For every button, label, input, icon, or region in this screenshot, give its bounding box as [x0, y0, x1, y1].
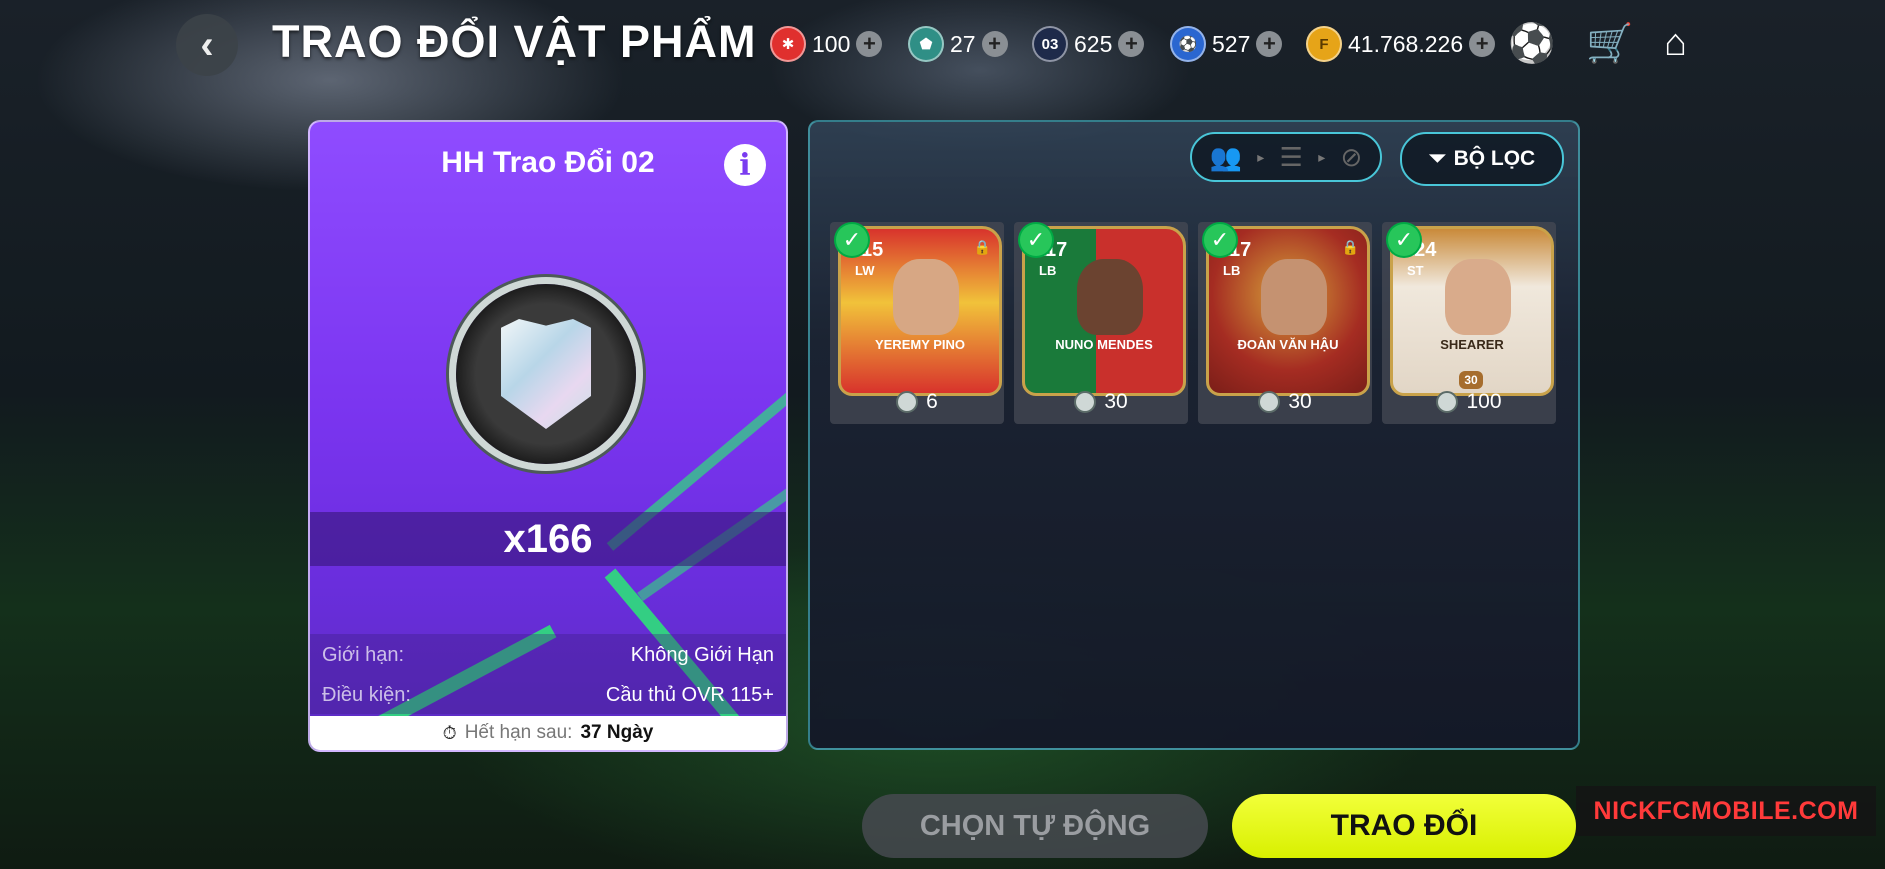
trade-token-icon	[896, 391, 919, 413]
player-cost: 30	[1198, 390, 1372, 414]
player-name: NUNO MENDES	[1055, 337, 1153, 352]
selected-check-icon: ✓	[1388, 224, 1420, 256]
cost-value: 30	[1104, 390, 1128, 413]
player-card-slot[interactable]: 117 LB ĐOÀN VĂN HẬU 🔒 ✓ 30	[1198, 222, 1372, 424]
player-level: 30	[1459, 371, 1483, 389]
trade-token-icon	[1074, 391, 1097, 413]
stopwatch-icon: ⏱	[442, 722, 457, 743]
player-cost: 6	[830, 390, 1004, 414]
selected-check-icon: ✓	[1020, 224, 1052, 256]
watermark-logo: NICKFCMOBILE.COM	[1576, 786, 1876, 836]
player-position: LW	[855, 263, 875, 278]
currency-trade-token: ⬟ 27 +	[908, 24, 1008, 64]
trade-token-icon	[1436, 391, 1459, 413]
trade-token-icon	[1258, 391, 1281, 413]
item-quantity: x166	[310, 512, 786, 566]
player-token-icon: ⚽	[1170, 26, 1206, 62]
home-icon[interactable]: ⌂	[1664, 22, 1687, 65]
limit-row: Giới hạn: Không Giới Hạn	[322, 644, 774, 667]
currency-amount: 527	[1212, 30, 1251, 57]
no-filter-icon[interactable]: ⊘	[1341, 142, 1363, 173]
chevron-right-icon: ▸	[1257, 148, 1265, 165]
player-card-slot[interactable]: 115 LW YEREMY PINO 🔒 ✓ 6	[830, 222, 1004, 424]
card-pack-icon: 03	[1032, 26, 1068, 62]
expiry-bar: ⏱ Hết hạn sau: 37 Ngày	[310, 716, 786, 750]
exchange-badge-icon	[456, 284, 636, 464]
cost-value: 30	[1288, 390, 1312, 413]
player-card-slot[interactable]: 117 LB NUNO MENDES ✓ 30	[1014, 222, 1188, 424]
auto-select-button[interactable]: CHỌN TỰ ĐỘNG	[862, 794, 1208, 858]
filter-button[interactable]: ⏷ BỘ LỌC	[1400, 132, 1564, 186]
selected-check-icon: ✓	[836, 224, 868, 256]
back-icon: ‹	[200, 22, 214, 67]
currency-amount: 625	[1074, 30, 1113, 57]
stack-icon[interactable]: ☰	[1280, 142, 1303, 173]
trade-token-icon: ⬟	[908, 26, 944, 62]
page-title: TRAO ĐỔI VẬT PHẨM	[272, 16, 757, 67]
add-currency-button[interactable]: +	[856, 31, 883, 57]
shop-cart-icon[interactable]: 🛒	[1586, 22, 1633, 66]
lock-icon: 🔒	[973, 239, 991, 255]
trade-button[interactable]: TRAO ĐỔI	[1232, 794, 1576, 858]
add-currency-button[interactable]: +	[981, 31, 1008, 57]
condition-label: Điều kiện:	[322, 684, 411, 706]
cost-value: 100	[1466, 390, 1502, 413]
condition-value: Cầu thủ OVR 115+	[605, 684, 774, 706]
currency-player-token: ⚽ 527 +	[1170, 24, 1283, 64]
expiry-value: 37 Ngày	[580, 722, 654, 743]
add-currency-button[interactable]: +	[1118, 31, 1145, 57]
currency-amount: 100	[812, 30, 851, 57]
fc-points-icon: F	[1306, 26, 1342, 62]
cost-value: 6	[926, 390, 938, 413]
player-name: ĐOÀN VĂN HẬU	[1237, 337, 1339, 352]
item-title: HH Trao Đổi 02	[441, 146, 655, 179]
sort-toggle-group[interactable]: 👥 ▸ ☰ ▸ ⊘	[1190, 132, 1382, 182]
shield-icon	[501, 319, 591, 429]
player-portrait	[893, 259, 959, 335]
player-position: LB	[1223, 263, 1241, 278]
team-icon[interactable]: 👥	[1210, 142, 1242, 173]
filter-icon: ⏷	[1428, 147, 1446, 170]
limit-value: Không Giới Hạn	[630, 644, 774, 666]
add-currency-button[interactable]: +	[1469, 31, 1496, 57]
limit-label: Giới hạn:	[322, 644, 405, 666]
currency-card-pack: 03 625 +	[1032, 24, 1145, 64]
player-position: LB	[1039, 263, 1057, 278]
add-currency-button[interactable]: +	[1256, 31, 1283, 57]
lock-icon: 🔒	[1341, 239, 1359, 255]
item-info-area: Giới hạn: Không Giới Hạn Điều kiện: Cầu …	[310, 634, 786, 714]
player-name: YEREMY PINO	[874, 337, 966, 352]
chevron-right-icon: ▸	[1318, 148, 1326, 165]
player-card-slot[interactable]: 124 ST SHEARER 30 ✓ 100	[1382, 222, 1556, 424]
player-cost: 100	[1382, 390, 1556, 414]
puzzle-token-icon: ✱	[770, 26, 806, 62]
player-cost: 30	[1014, 390, 1188, 414]
player-name: SHEARER	[1440, 337, 1504, 352]
player-position: ST	[1407, 263, 1424, 278]
player-portrait	[1077, 259, 1143, 335]
info-icon[interactable]: i	[724, 144, 766, 186]
expiry-label: Hết hạn sau:	[464, 722, 573, 743]
condition-row: Điều kiện: Cầu thủ OVR 115+	[322, 684, 774, 707]
currency-amount: 27	[950, 30, 976, 57]
currency-amount: 41.768.226	[1348, 30, 1464, 57]
player-selection-panel: 👥 ▸ ☰ ▸ ⊘ ⏷ BỘ LỌC 115 LW YEREMY PINO 🔒 …	[808, 120, 1580, 750]
currency-puzzle: ✱ 100 +	[770, 24, 883, 64]
football-icon[interactable]: ⚽	[1508, 22, 1555, 66]
player-portrait	[1445, 259, 1511, 335]
exchange-item-card: HH Trao Đổi 02 i x166 Giới hạn: Không Gi…	[308, 120, 788, 752]
filter-label: BỘ LỌC	[1453, 147, 1536, 170]
selected-check-icon: ✓	[1204, 224, 1236, 256]
currency-fc-points: F 41.768.226 +	[1306, 24, 1496, 64]
back-button[interactable]: ‹	[176, 14, 238, 76]
player-portrait	[1261, 259, 1327, 335]
